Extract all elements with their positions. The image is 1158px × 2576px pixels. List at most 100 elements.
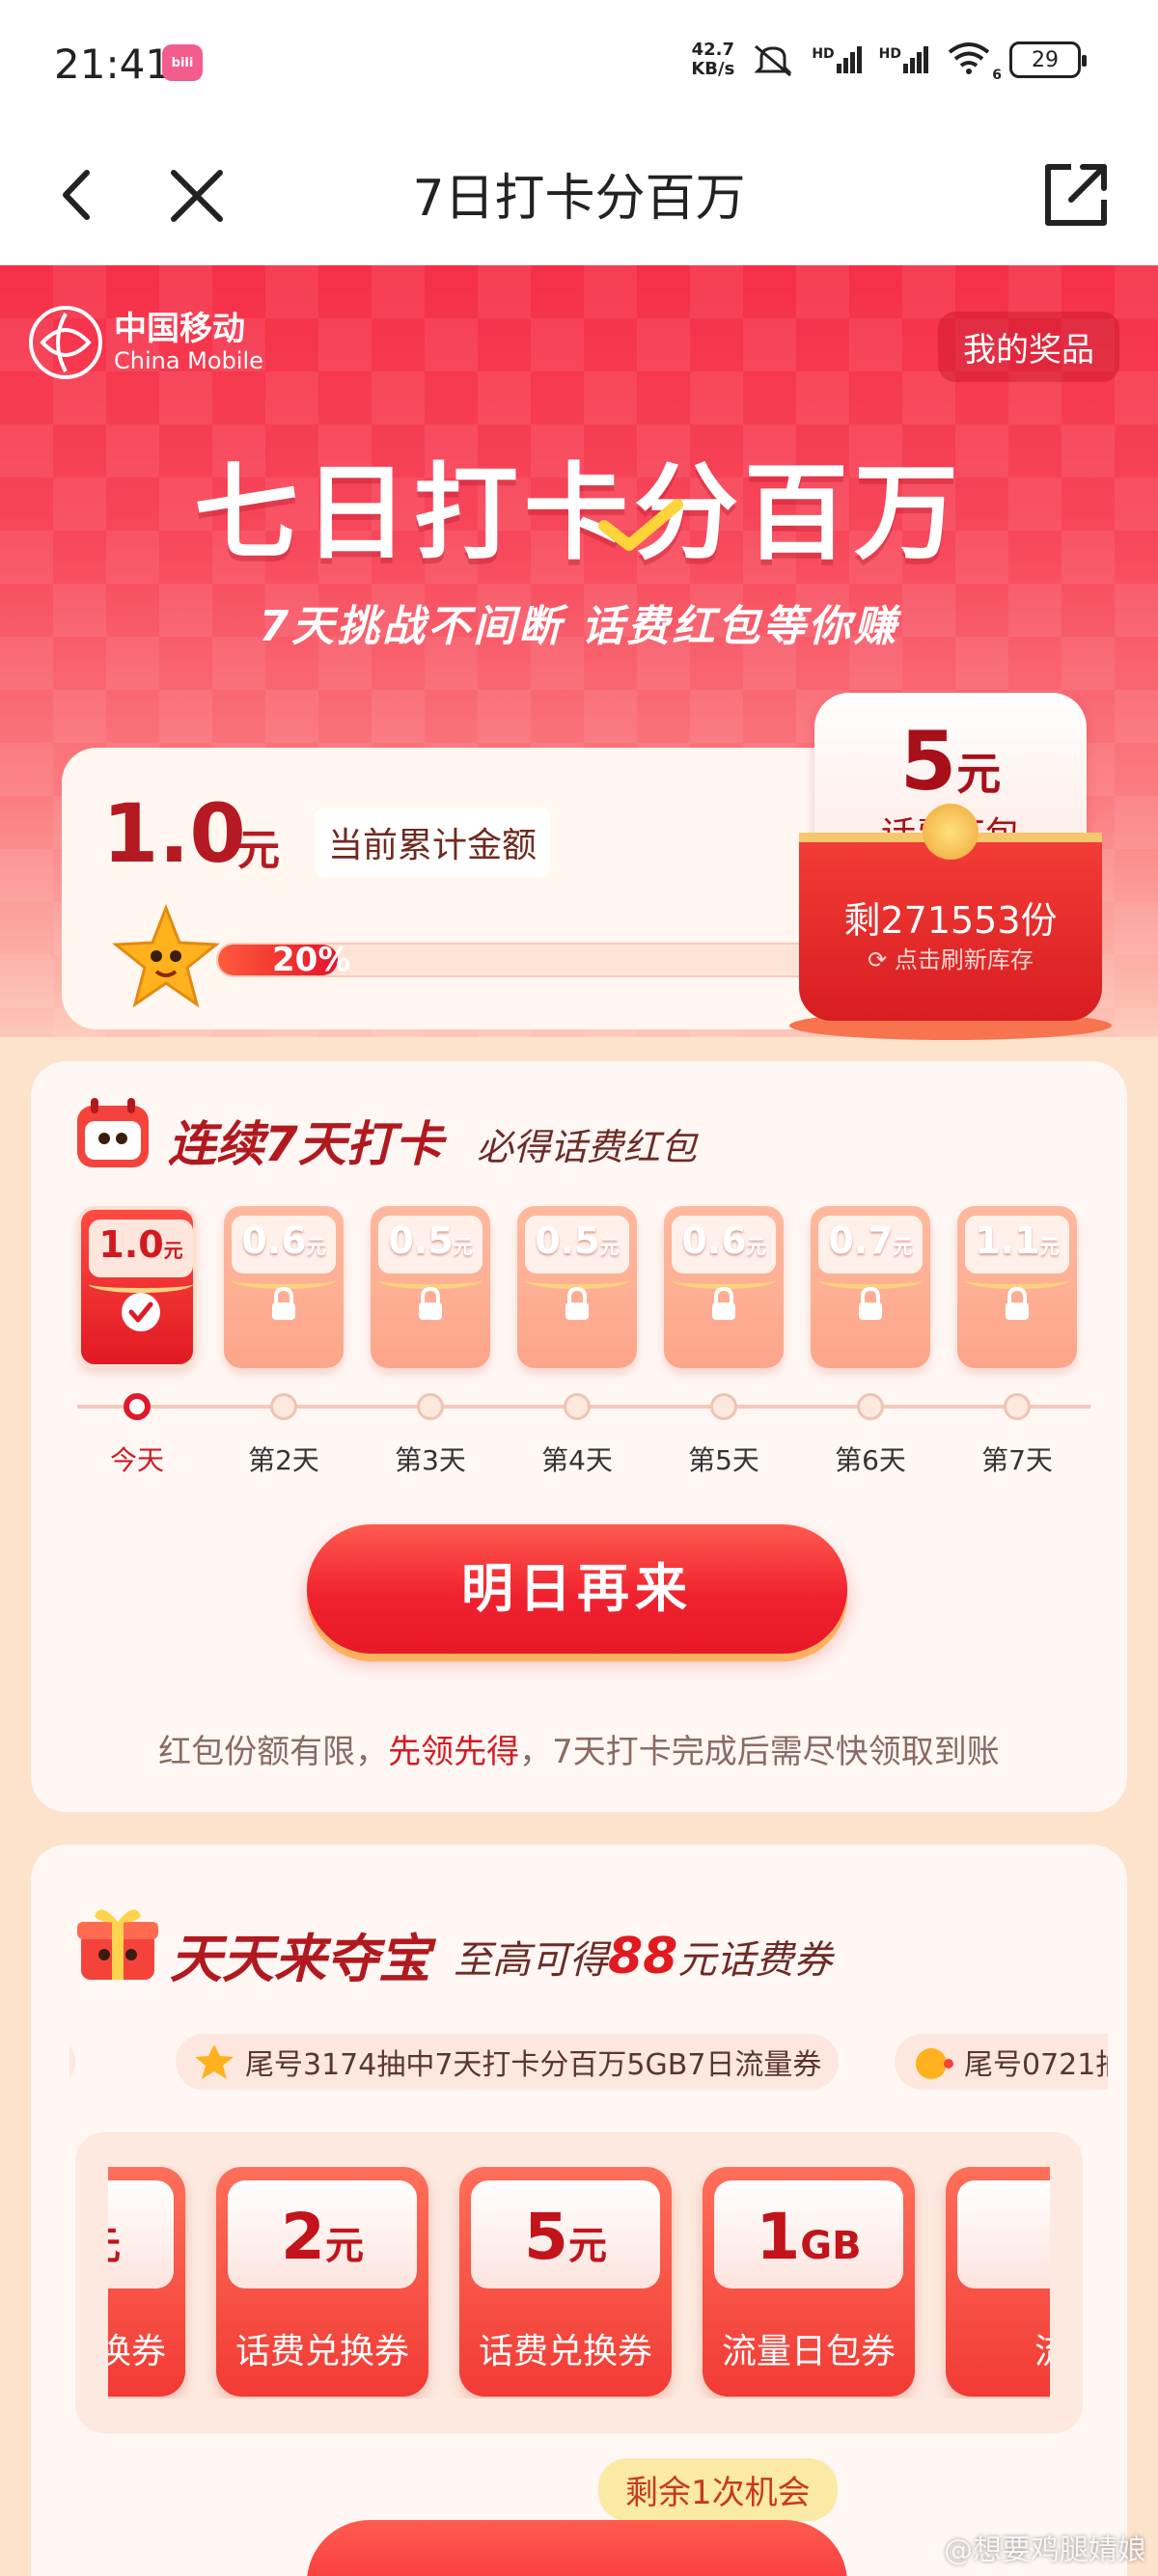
reward-envelope[interactable]: 5元 话费红包 剩271553份 ⟳ 点击刷新库存 <box>789 693 1112 1040</box>
day-reward-7: 1.1元 <box>957 1206 1077 1368</box>
hero-subtitle: 7天挑战不间断 话费红包等你赚 <box>259 602 899 651</box>
day-reward-1: 1.0元 <box>77 1206 197 1368</box>
mascot-face-icon <box>916 2048 953 2079</box>
gift-box-icon <box>77 1909 158 1980</box>
wifi-icon: 6 <box>946 41 1002 83</box>
prize-coupon[interactable]: 流 <box>946 2167 1050 2397</box>
calendar-icon <box>77 1098 149 1167</box>
timeline-dot <box>710 1393 737 1420</box>
status-bar: 21:41 bili 42.7 KB/s HD HD 6 29 <box>0 0 1158 130</box>
timeline-dot <box>1004 1393 1031 1420</box>
battery-indicator: 29 <box>1009 41 1087 78</box>
prize-coupon[interactable]: 5元 话费兑换券 <box>459 2167 672 2397</box>
hero-title: 七日打卡分百万 <box>193 453 964 574</box>
prize-coupon[interactable]: 2元话费兑换券 <box>216 2167 428 2397</box>
status-icons: 42.7 KB/s HD HD 6 29 <box>691 40 1087 83</box>
mute-icon <box>754 44 792 77</box>
ticker-item: 尾号0721抽 <box>895 2034 1108 2090</box>
bilibili-icon: bili <box>162 44 203 81</box>
checkin-card: 连续7天打卡 必得话费红包 1.0元 0.6元 0.5元 0.5元 0.6元 0.7元 1.… <box>31 1061 1127 1812</box>
check-circle-icon <box>122 1293 160 1331</box>
amount-unit: 元 <box>237 826 280 875</box>
draw-button[interactable] <box>307 2520 847 2576</box>
treasure-title: 天天来夺宝 <box>170 1929 430 1989</box>
ticker-item: 券 <box>69 2034 75 2090</box>
day-label: 第3天 <box>395 1444 466 1476</box>
lock-icon <box>272 1286 295 1320</box>
star-mascot-icon <box>111 903 221 1008</box>
china-mobile-logo-icon <box>29 306 102 379</box>
timeline-dot <box>124 1393 151 1420</box>
remaining-chances-badge: 剩余1次机会 <box>598 2458 838 2521</box>
progress-percent: 20% <box>272 941 351 979</box>
day-reward-5: 0.6元 <box>664 1206 784 1368</box>
treasure-card: 天天来夺宝 至高可得88元话费券 券 尾号3174抽中7天打卡分百万5GB7日流… <box>31 1845 1127 2576</box>
day-reward-4: 0.5元 <box>517 1206 637 1368</box>
prize-list: 1元话费兑换券2元话费兑换券5元话费兑换券1GB流量日包券流 <box>108 2167 1050 2398</box>
checkin-title: 连续7天打卡 <box>168 1116 443 1172</box>
china-mobile-logo: 中国移动 China Mobile <box>27 304 263 381</box>
coupon-value: 2元 <box>281 2200 364 2274</box>
day-reward-value: 1.0元 <box>98 1223 183 1266</box>
coupon-top <box>957 2180 1050 2288</box>
coupon-label: 话费兑换券 <box>234 2332 409 2371</box>
envelope-body: 剩271553份 ⟳ 点击刷新库存 <box>799 804 1102 1021</box>
progress-fill: 20% <box>218 941 350 979</box>
coupon-label: 流量日包券 <box>721 2332 896 2371</box>
winner-ticker: 券 尾号3174抽中7天打卡分百万5GB7日流量券 尾号0721抽 <box>69 2034 1108 2090</box>
progress-bar: 20% <box>216 941 819 979</box>
day-reward-value: 0.6元 <box>681 1219 766 1262</box>
treasure-subtitle: 至高可得88元话费券 <box>454 1928 833 1986</box>
nav-bar: 7日打卡分百万 <box>0 130 1158 265</box>
day-label: 第2天 <box>248 1444 319 1476</box>
timeline-dot <box>417 1393 444 1420</box>
coupon-label: 话费兑换券 <box>108 2332 166 2371</box>
day-reward-value: 1.1元 <box>975 1219 1060 1262</box>
signal-2-icon: HD <box>879 46 928 73</box>
day-label: 第7天 <box>981 1444 1053 1476</box>
coupon-value: 5元 <box>524 2200 607 2274</box>
day-reward-6: 0.7元 <box>811 1206 930 1368</box>
checkin-subtitle: 必得话费红包 <box>477 1126 698 1168</box>
accumulated-amount: 1.0 <box>102 786 246 881</box>
day-label: 第6天 <box>835 1444 906 1476</box>
refresh-icon: ⟳ <box>868 946 895 973</box>
timeline-dot <box>270 1393 297 1420</box>
brand-name-en: China Mobile <box>114 347 263 374</box>
coupon-value: 1GB <box>756 2200 862 2274</box>
amount-label: 当前累计金额 <box>315 808 551 877</box>
timeline-dot <box>564 1393 591 1420</box>
envelope-value: 5元 <box>899 714 1002 808</box>
ticker-item: 尾号3174抽中7天打卡分百万5GB7日流量券 <box>176 2034 840 2090</box>
lock-icon <box>419 1286 442 1320</box>
day-reward-3: 0.5元 <box>371 1206 490 1368</box>
prize-coupon[interactable]: 1GB 流量日包券 <box>703 2167 915 2397</box>
refresh-stock-link[interactable]: ⟳ 点击刷新库存 <box>799 941 1102 974</box>
envelope-remaining: 剩271553份 <box>843 899 1058 942</box>
my-prize-button[interactable]: 我的奖品 <box>938 312 1119 382</box>
timeline-dot <box>857 1393 884 1420</box>
watermark: @想要鸡腿婧娘 <box>944 2534 1146 2567</box>
lock-icon <box>1006 1286 1029 1320</box>
checkin-note: 红包份额有限，先领先得，7天打卡完成后需尽快领取到账 <box>158 1733 1000 1771</box>
day-reward-value: 0.6元 <box>241 1219 326 1262</box>
clock: 21:41 <box>54 41 172 88</box>
lock-icon <box>565 1286 589 1320</box>
signal-1-icon: HD <box>812 46 862 73</box>
check-icon <box>598 499 683 551</box>
day-label: 第5天 <box>688 1444 759 1476</box>
network-speed: 42.7 KB/s <box>691 40 735 79</box>
come-back-tomorrow-button[interactable]: 明日再来 <box>307 1524 847 1654</box>
coupon-value: 1元 <box>108 2200 185 2274</box>
day-label: 今天 <box>109 1444 164 1476</box>
envelope-seal-icon <box>923 804 979 860</box>
brand-name-cn: 中国移动 <box>114 310 245 348</box>
day-label: 第4天 <box>541 1444 613 1476</box>
prize-carousel[interactable]: 1元话费兑换券2元话费兑换券5元话费兑换券1GB流量日包券流 <box>75 2132 1083 2433</box>
daily-rewards-row: 1.0元 0.6元 0.5元 0.5元 0.6元 0.7元 1.1元 <box>77 1206 1090 1380</box>
prize-coupon[interactable]: 1元话费兑换券 <box>108 2167 185 2397</box>
share-icon[interactable] <box>1033 151 1119 238</box>
day-reward-value: 0.7元 <box>828 1219 913 1262</box>
page-title: 7日打卡分百万 <box>412 170 746 228</box>
lock-icon <box>712 1286 735 1320</box>
